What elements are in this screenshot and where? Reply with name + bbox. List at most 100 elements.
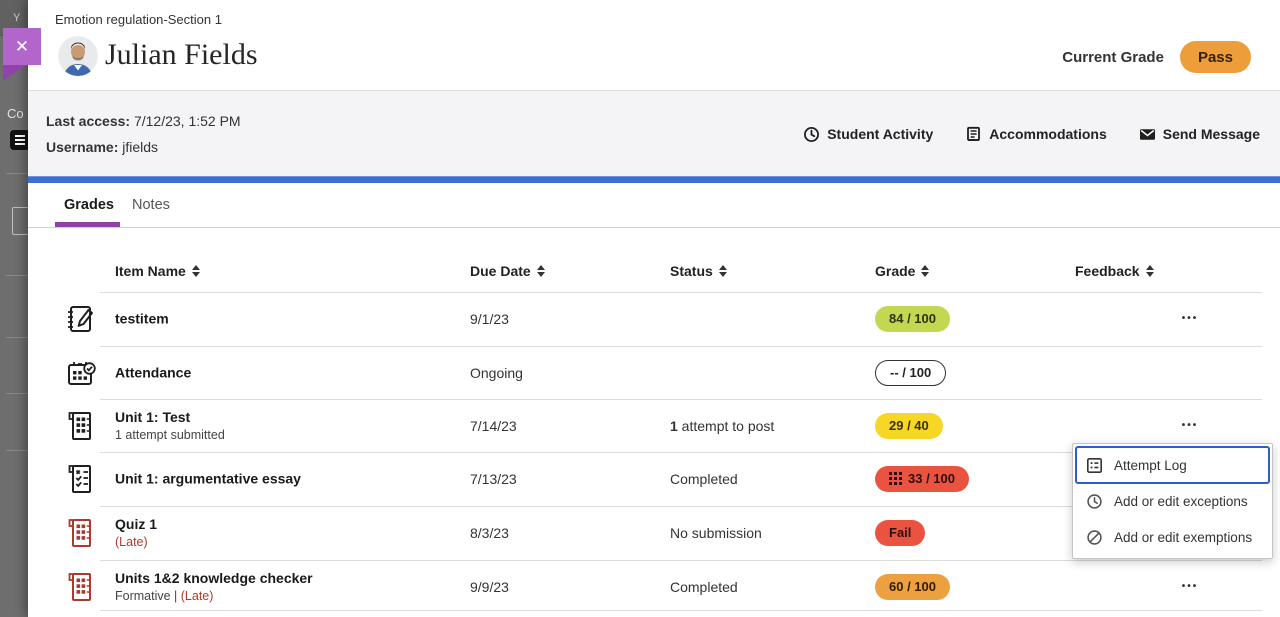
menu-item-attempt-log[interactable]: Attempt Log	[1076, 447, 1269, 483]
table-row: Attendance Ongoing -- / 100	[28, 346, 1280, 399]
status: No submission	[670, 525, 762, 541]
due-date: 7/13/23	[470, 471, 517, 487]
due-date: 8/3/23	[470, 525, 509, 541]
sort-icon	[192, 265, 200, 277]
tab-notes[interactable]: Notes	[132, 183, 170, 227]
ellipsis-icon: •••	[1182, 420, 1199, 431]
item-name: Quiz 1	[115, 516, 157, 533]
accent-divider-bar	[28, 176, 1280, 183]
student-meta-band: Last access: 7/12/23, 1:52 PM Username: …	[28, 90, 1280, 176]
row-options-button[interactable]: •••	[1168, 412, 1212, 440]
attempts-grid-icon	[889, 472, 902, 485]
accommodations-label: Accommodations	[989, 126, 1106, 142]
screen: Y Co ✕ Emotion regulation-Section 1 Juli…	[0, 0, 1280, 617]
row-options-menu: Attempt Log Add or edit exceptions Add o…	[1072, 443, 1273, 559]
status: Completed	[670, 471, 738, 487]
item-name: Unit 1: argumentative essay	[115, 470, 301, 487]
student-activity-button[interactable]: Student Activity	[803, 126, 933, 143]
attendance-calendar-icon	[64, 356, 98, 390]
column-feedback[interactable]: Feedback	[1075, 263, 1154, 279]
item-subtext: (Late)	[115, 534, 157, 550]
document-icon	[965, 126, 982, 143]
background-card	[12, 207, 28, 235]
table-row: Units 1&2 knowledge checker Formative | …	[28, 560, 1280, 613]
column-due-date[interactable]: Due Date	[470, 263, 545, 279]
status: 1 attempt to post	[670, 418, 774, 434]
grade-pill[interactable]: 29 / 40	[875, 413, 943, 439]
clock-icon	[803, 126, 820, 143]
menu-item-label: Attempt Log	[1114, 458, 1187, 473]
attempt-log-icon	[1086, 457, 1103, 474]
due-date: Ongoing	[470, 365, 523, 381]
username: Username: jfields	[46, 139, 158, 155]
current-grade-label: Current Grade	[1062, 49, 1164, 66]
student-avatar	[58, 36, 98, 76]
item-name: Units 1&2 knowledge checker	[115, 570, 313, 587]
last-access-label: Last access:	[46, 113, 130, 129]
menu-item-add-exemptions[interactable]: Add or edit exemptions	[1076, 519, 1269, 555]
background-divider	[6, 173, 28, 174]
background-partial-text: Co	[7, 106, 24, 121]
close-panel-button[interactable]: ✕	[3, 28, 41, 65]
send-message-label: Send Message	[1163, 126, 1260, 142]
due-date: 7/14/23	[470, 418, 517, 434]
sort-icon	[1146, 265, 1154, 277]
sort-icon	[921, 265, 929, 277]
background-menu-button	[10, 130, 28, 150]
menu-item-add-exceptions[interactable]: Add or edit exceptions	[1076, 483, 1269, 519]
last-access: Last access: 7/12/23, 1:52 PM	[46, 113, 241, 129]
grade-pill[interactable]: 84 / 100	[875, 306, 950, 332]
dimmed-background-page: Y Co	[0, 0, 28, 617]
journal-pencil-icon	[64, 302, 98, 336]
background-divider	[6, 275, 28, 276]
ellipsis-icon: •••	[1182, 581, 1199, 592]
active-tab-underline	[55, 222, 120, 227]
grades-table-header: Item Name Due Date Status Grade Feedback	[28, 255, 1280, 292]
ellipsis-icon: •••	[1182, 313, 1199, 324]
table-row: testitem 9/1/23 84 / 100 •••	[28, 292, 1280, 345]
column-status[interactable]: Status	[670, 263, 727, 279]
username-value: jfields	[122, 139, 158, 155]
background-partial-text: Y	[13, 12, 20, 24]
menu-item-label: Add or edit exemptions	[1114, 530, 1252, 545]
item-name: Unit 1: Test	[115, 409, 225, 426]
clock-icon	[1086, 493, 1103, 510]
background-divider	[6, 337, 28, 338]
student-name: Julian Fields	[105, 38, 258, 72]
item-name: Attendance	[115, 364, 191, 381]
column-grade[interactable]: Grade	[875, 263, 929, 279]
row-options-button[interactable]: •••	[1168, 305, 1212, 333]
essay-checklist-icon	[64, 462, 98, 496]
test-late-icon	[64, 570, 98, 604]
accommodations-button[interactable]: Accommodations	[965, 126, 1106, 143]
tab-grades[interactable]: Grades	[64, 183, 114, 227]
column-item-name[interactable]: Item Name	[115, 263, 200, 279]
tab-bar: Grades Notes	[28, 183, 1280, 228]
row-options-button[interactable]: •••	[1168, 573, 1212, 601]
grade-pill[interactable]: 60 / 100	[875, 574, 950, 600]
due-date: 9/9/23	[470, 579, 509, 595]
due-date: 9/1/23	[470, 311, 509, 327]
item-name: testitem	[115, 310, 169, 327]
course-title: Emotion regulation-Section 1	[55, 12, 222, 27]
envelope-icon	[1139, 126, 1156, 143]
background-divider	[6, 393, 28, 394]
username-label: Username:	[46, 139, 118, 155]
student-activity-label: Student Activity	[827, 126, 933, 142]
send-message-button[interactable]: Send Message	[1139, 126, 1260, 143]
sort-icon	[537, 265, 545, 277]
grade-pill[interactable]: Fail	[875, 520, 925, 546]
grade-pill[interactable]: 33 / 100	[875, 466, 969, 492]
test-late-icon	[64, 516, 98, 550]
background-divider	[6, 450, 28, 451]
last-access-value: 7/12/23, 1:52 PM	[134, 113, 241, 129]
item-subtext: 1 attempt submitted	[115, 427, 225, 443]
grade-pill[interactable]: -- / 100	[875, 360, 946, 386]
close-icon: ✕	[15, 37, 29, 56]
sort-icon	[719, 265, 727, 277]
item-subtext: Formative | (Late)	[115, 588, 313, 604]
test-icon	[64, 409, 98, 443]
status: Completed	[670, 579, 738, 595]
current-grade-pill[interactable]: Pass	[1180, 41, 1251, 73]
close-button-ribbon-tail	[3, 65, 26, 81]
